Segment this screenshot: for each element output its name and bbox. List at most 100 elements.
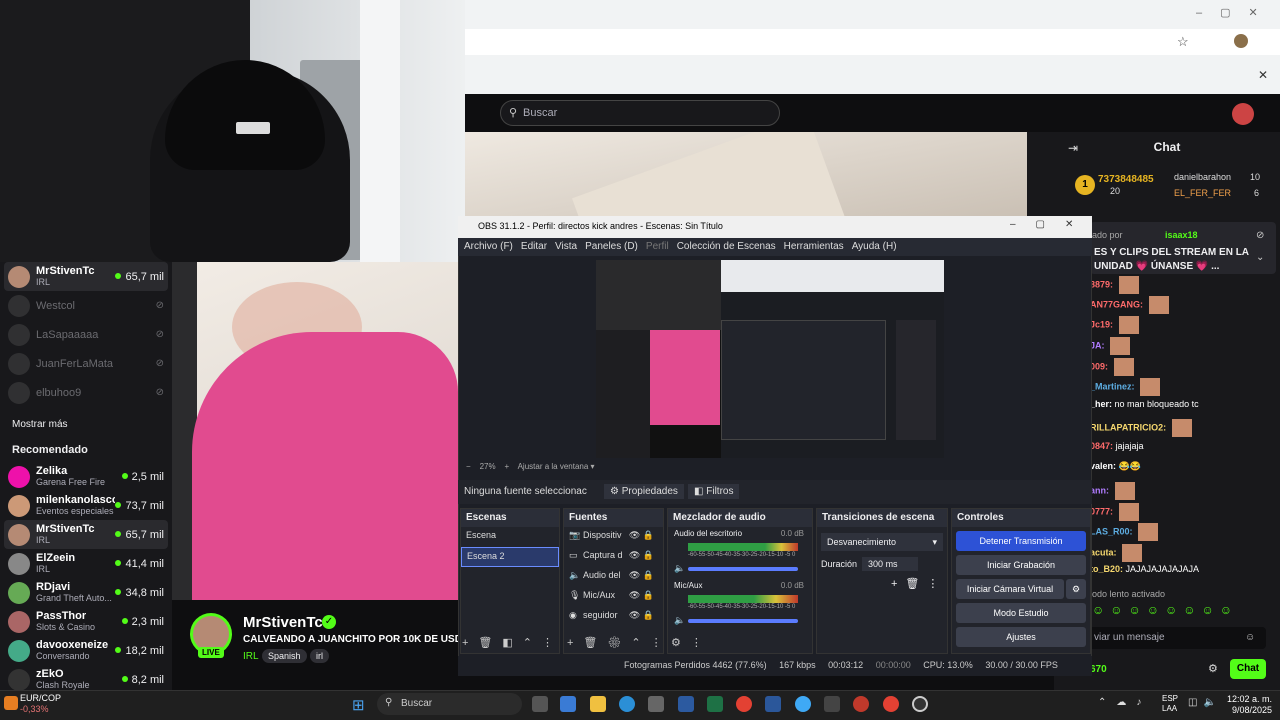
- visibility-eye-icon[interactable]: 👁 🔒: [629, 610, 654, 621]
- pinned-user[interactable]: isaax18: [1165, 230, 1198, 240]
- obs-menu-item[interactable]: Archivo (F): [464, 241, 513, 252]
- sidebar-item-recommended[interactable]: MrStivenTc IRL 65,7 mil: [4, 520, 168, 549]
- unpin-icon[interactable]: ⊘: [1256, 230, 1264, 241]
- close-icon[interactable]: ✕: [1258, 68, 1268, 82]
- app-icon[interactable]: [560, 696, 576, 712]
- fit-window-label[interactable]: Ajustar a la ventana: [518, 462, 589, 471]
- show-more-link[interactable]: Mostrar más: [0, 407, 172, 434]
- window-controls[interactable]: –▢✕: [1196, 6, 1276, 19]
- sidebar-item-following-0[interactable]: MrStivenTc IRL 65,7 mil: [4, 262, 168, 291]
- speaker-icon[interactable]: 🔈: [674, 615, 685, 626]
- source-actions[interactable]: +🗑⚙⌃⋮: [567, 636, 672, 649]
- visibility-eye-icon[interactable]: 👁 🔒: [629, 590, 654, 601]
- obs-menu-item[interactable]: Perfil: [646, 241, 669, 252]
- source-item[interactable]: 🎙 Mic/Aux 👁 🔒: [564, 587, 663, 607]
- volume-network-icons[interactable]: ◫🔈: [1188, 697, 1222, 708]
- start-virtual-camera-button[interactable]: Iniciar Cámara Virtual: [956, 579, 1064, 599]
- volume-slider[interactable]: [688, 567, 798, 571]
- chrome-icon[interactable]: [883, 696, 899, 712]
- obs-icon[interactable]: [912, 696, 928, 712]
- chat-username[interactable]: _Martinez:: [1090, 381, 1135, 391]
- sidebar-item-recommended[interactable]: Zelika Garena Free Fire 2,5 mil: [0, 462, 172, 491]
- settings-gear-icon[interactable]: ⚙: [1208, 662, 1218, 675]
- taskbar-search[interactable]: ⚲ Buscar: [377, 693, 522, 715]
- speaker-icon[interactable]: 🔈: [674, 563, 685, 574]
- stream-tag[interactable]: Spanish: [262, 649, 307, 663]
- chat-input[interactable]: viar un mensaje: [1088, 627, 1266, 649]
- app-icon[interactable]: [824, 696, 840, 712]
- stream-category[interactable]: IRL: [243, 651, 259, 662]
- scene-actions[interactable]: +🗑◧⌃⋮: [462, 636, 563, 649]
- obs-menu-item[interactable]: Vista: [555, 241, 577, 252]
- task-view-icon[interactable]: [532, 696, 548, 712]
- mixer-actions[interactable]: ⚙⋮: [671, 636, 712, 649]
- source-item[interactable]: ◉ seguidor 👁 🔒: [564, 607, 663, 627]
- edge-icon[interactable]: [619, 696, 635, 712]
- visibility-eye-icon[interactable]: 👁 🔒: [629, 530, 654, 541]
- transition-actions[interactable]: +🗑⋮: [817, 571, 947, 590]
- start-recording-button[interactable]: Iniciar Grabación: [956, 555, 1086, 575]
- chat-username[interactable]: valen:: [1090, 461, 1116, 471]
- scene-item-selected[interactable]: Escena 2: [461, 547, 559, 567]
- chat-username[interactable]: AN77GANG:: [1090, 299, 1143, 309]
- address-bar[interactable]: [465, 29, 1280, 55]
- sidebar-item-recommended[interactable]: PassThor Slots & Casino 2,3 mil: [0, 607, 172, 636]
- chat-username[interactable]: 0777:: [1090, 506, 1113, 516]
- obs-preview[interactable]: [596, 260, 944, 458]
- sidebar-item-following-3[interactable]: JuanFerLaMata ⊘: [0, 349, 172, 378]
- filters-button[interactable]: ◧ Filtros: [688, 484, 740, 499]
- file-explorer-icon[interactable]: [590, 696, 606, 712]
- chat-username[interactable]: ann:: [1090, 485, 1109, 495]
- sidebar-item-following-1[interactable]: Westcol ⊘: [0, 291, 172, 320]
- app-icon[interactable]: [853, 696, 869, 712]
- emote-bar[interactable]: ☺☺☺☺☺☺☺☺: [1092, 603, 1238, 617]
- obs-window-controls[interactable]: –▢✕: [1010, 219, 1093, 230]
- source-item[interactable]: 📷 Dispositiv 👁 🔒: [564, 527, 663, 547]
- chat-username[interactable]: acuta:: [1090, 547, 1117, 557]
- chat-username[interactable]: 009:: [1090, 361, 1108, 371]
- search-input[interactable]: ⚲ Buscar: [500, 100, 780, 126]
- obs-menu-item[interactable]: Paneles (D): [585, 241, 638, 252]
- source-item[interactable]: 🔈 Audio del 👁 🔒: [564, 567, 663, 587]
- app-icon[interactable]: [795, 696, 811, 712]
- word-icon[interactable]: [765, 696, 781, 712]
- leader-name[interactable]: 7373848485: [1098, 174, 1154, 185]
- obs-menu-item[interactable]: Colección de Escenas: [677, 241, 776, 252]
- source-item[interactable]: ▭ Captura d 👁 🔒: [564, 547, 663, 567]
- stop-streaming-button[interactable]: Detener Transmisión: [956, 531, 1086, 551]
- chat-username[interactable]: 8879:: [1090, 279, 1113, 289]
- sidebar-item-recommended[interactable]: ElZeein IRL 41,4 mil: [0, 549, 172, 578]
- chat-username[interactable]: JA:: [1090, 340, 1105, 350]
- duration-input[interactable]: 300 ms: [862, 557, 918, 571]
- chat-username[interactable]: RILLAPATRICIO2:: [1090, 422, 1166, 432]
- obs-menu-item[interactable]: Herramientas: [784, 241, 844, 252]
- sidebar-item-following-4[interactable]: elbuhoo9 ⊘: [0, 378, 172, 407]
- clock[interactable]: 12:02 a. m. 9/08/2025: [1226, 694, 1272, 716]
- windows-start-icon[interactable]: ⊞: [352, 696, 365, 714]
- stream-video[interactable]: [172, 262, 458, 600]
- user-avatar[interactable]: [1232, 103, 1254, 125]
- transition-select[interactable]: Desvanecimiento ▾: [821, 533, 943, 551]
- sidebar-item-recommended[interactable]: milenkanolasco Eventos especiales 73,7 mil: [0, 491, 172, 520]
- language-indicator[interactable]: ESP LAA: [1162, 694, 1178, 714]
- chat-username[interactable]: Jc19:: [1090, 319, 1113, 329]
- chat-username[interactable]: to_B20:: [1090, 564, 1123, 574]
- profile-avatar[interactable]: [1234, 34, 1248, 48]
- chat-username[interactable]: _her:: [1090, 399, 1112, 409]
- channel-points[interactable]: 670: [1090, 664, 1107, 675]
- properties-button[interactable]: ⚙ Propiedades: [604, 484, 684, 499]
- emoji-icon[interactable]: ☺: [1245, 632, 1255, 643]
- virtual-camera-settings-icon[interactable]: ⚙: [1066, 579, 1086, 599]
- chat-send-button[interactable]: Chat: [1230, 659, 1266, 679]
- bookmark-star-icon[interactable]: ☆: [1177, 34, 1189, 50]
- settings-button[interactable]: Ajustes: [956, 627, 1086, 647]
- leader-name[interactable]: EL_FER_FER: [1174, 188, 1231, 198]
- zoom-in-icon[interactable]: +: [504, 462, 509, 471]
- store-icon[interactable]: [648, 696, 664, 712]
- obs-menu-item[interactable]: Editar: [521, 241, 547, 252]
- zoom-out-icon[interactable]: −: [466, 462, 471, 471]
- channel-title[interactable]: MrStivenTc: [243, 614, 323, 631]
- stock-widget[interactable]: EUR/COP -0,33%: [20, 693, 61, 715]
- sidebar-item-following-2[interactable]: LaSapaaaaa ⊘: [0, 320, 172, 349]
- obs-menu-item[interactable]: Ayuda (H): [852, 241, 897, 252]
